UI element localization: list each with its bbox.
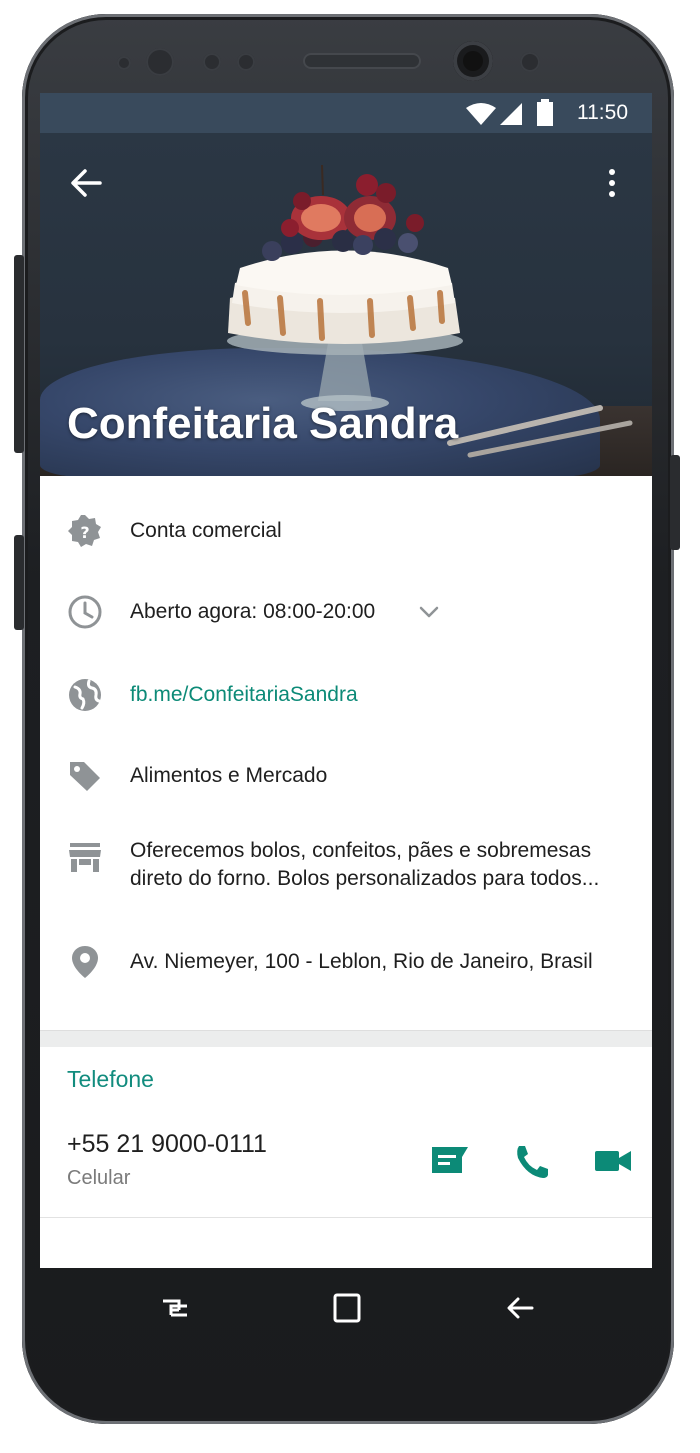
svg-text:?: ? <box>80 523 89 542</box>
status-bar: 11:50 <box>40 93 652 133</box>
bixby-button <box>14 535 24 630</box>
phone-section-title: Telefone <box>67 1066 154 1092</box>
info-row-website[interactable]: fb.me/ConfeitariaSandra <box>40 675 652 715</box>
location-pin-icon <box>72 946 98 978</box>
message-icon[interactable] <box>430 1143 470 1179</box>
info-row-description[interactable]: Oferecemos bolos, confeitos, pães e sobr… <box>40 838 652 898</box>
info-text: Conta comercial <box>130 519 282 542</box>
sensor <box>237 53 255 71</box>
more-vert-icon[interactable] <box>600 165 624 201</box>
call-icon[interactable] <box>513 1143 553 1179</box>
info-text: Av. Niemeyer, 100 - Leblon, Rio de Janei… <box>130 950 593 973</box>
clock-icon <box>68 595 102 629</box>
earpiece-speaker <box>303 53 421 69</box>
business-name: Confeitaria Sandra <box>67 399 459 448</box>
wifi-icon <box>466 103 496 125</box>
verified-badge-icon: ? <box>68 515 101 547</box>
sensor <box>203 53 221 71</box>
phone-number[interactable]: +55 21 9000-0111 <box>67 1130 267 1159</box>
info-row-business-account[interactable]: ? Conta comercial <box>40 511 652 551</box>
status-time: 11:50 <box>577 101 628 124</box>
section-divider <box>40 1030 652 1047</box>
info-text-line1: Oferecemos bolos, confeitos, pães e sobr… <box>130 839 592 862</box>
website-link[interactable]: fb.me/ConfeitariaSandra <box>130 682 358 708</box>
battery-icon <box>537 99 553 126</box>
arrow-back-icon[interactable] <box>68 165 104 201</box>
home-icon[interactable] <box>329 1290 365 1326</box>
globe-icon <box>69 679 101 711</box>
cover-photo: Confeitaria Sandra <box>40 133 652 476</box>
phone-type: Celular <box>67 1167 131 1189</box>
info-text: Aberto agora: 08:00-20:00 <box>130 600 376 623</box>
volume-button <box>14 255 24 453</box>
chevron-down-icon[interactable] <box>418 601 440 623</box>
signal-icon <box>500 103 522 125</box>
back-nav-icon[interactable] <box>502 1290 538 1326</box>
info-row-hours[interactable]: Aberto agora: 08:00-20:00 <box>40 592 652 632</box>
info-text-line2: direto do forno. Bolos personalizados pa… <box>130 867 600 890</box>
divider <box>40 1217 652 1218</box>
video-call-icon[interactable] <box>593 1143 633 1179</box>
sensor <box>117 56 131 70</box>
info-text: Alimentos e Mercado <box>130 764 328 787</box>
sensor <box>520 52 540 72</box>
store-icon <box>69 843 101 872</box>
info-row-category[interactable]: Alimentos e Mercado <box>40 756 652 796</box>
power-button <box>670 455 680 550</box>
app-screen: 11:50 Confeitaria Sandra ? Conta comerci… <box>40 93 652 1268</box>
system-nav-bar <box>40 1268 652 1348</box>
recents-icon[interactable] <box>157 1290 193 1326</box>
tag-icon <box>70 762 100 791</box>
sensor <box>146 48 174 76</box>
info-row-address[interactable]: Av. Niemeyer, 100 - Leblon, Rio de Janei… <box>40 942 652 982</box>
front-camera <box>453 41 493 81</box>
